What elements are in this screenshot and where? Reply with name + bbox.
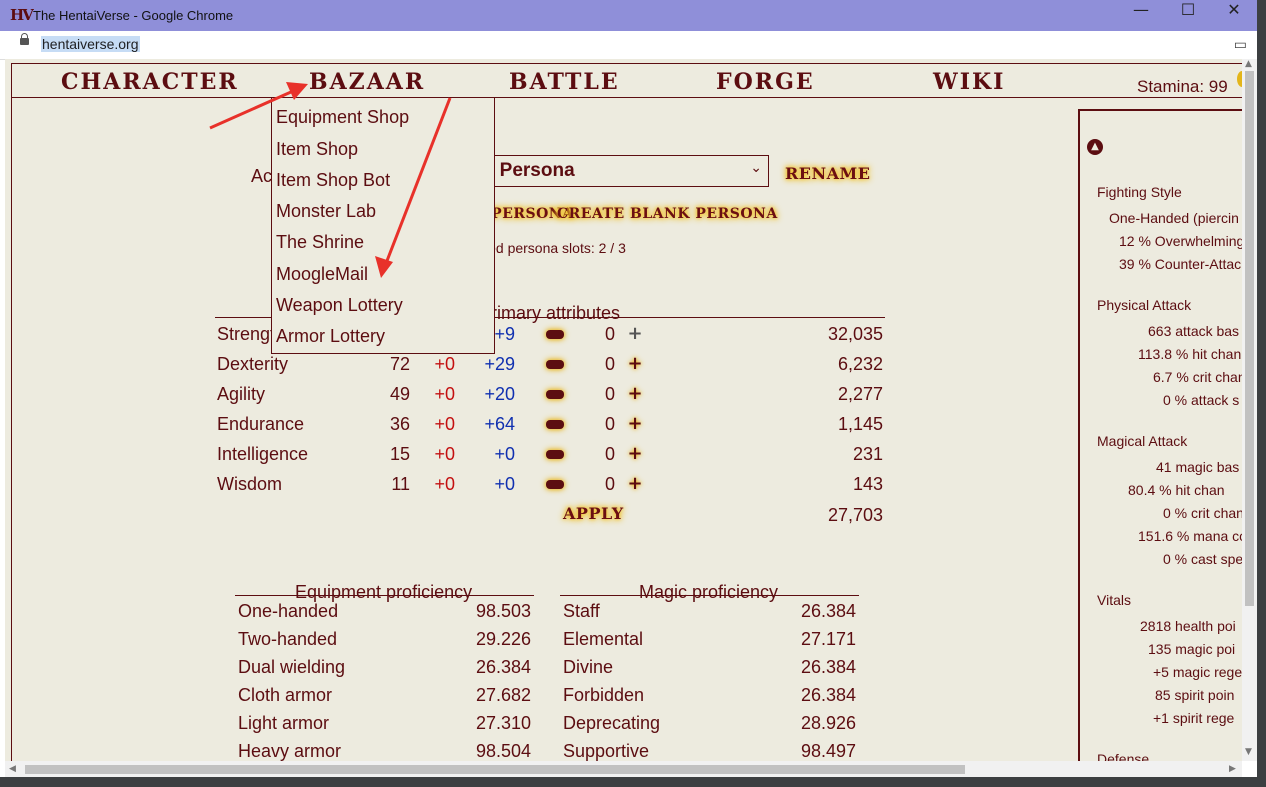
annotation-arrow-to-bazaar — [209, 86, 301, 130]
annotation-arrow-to-mooglemail — [383, 97, 452, 267]
annotation-arrowhead-mooglemail — [375, 256, 393, 278]
annotation-arrowhead-bazaar — [286, 82, 308, 100]
annotation-arrows — [209, 82, 452, 278]
